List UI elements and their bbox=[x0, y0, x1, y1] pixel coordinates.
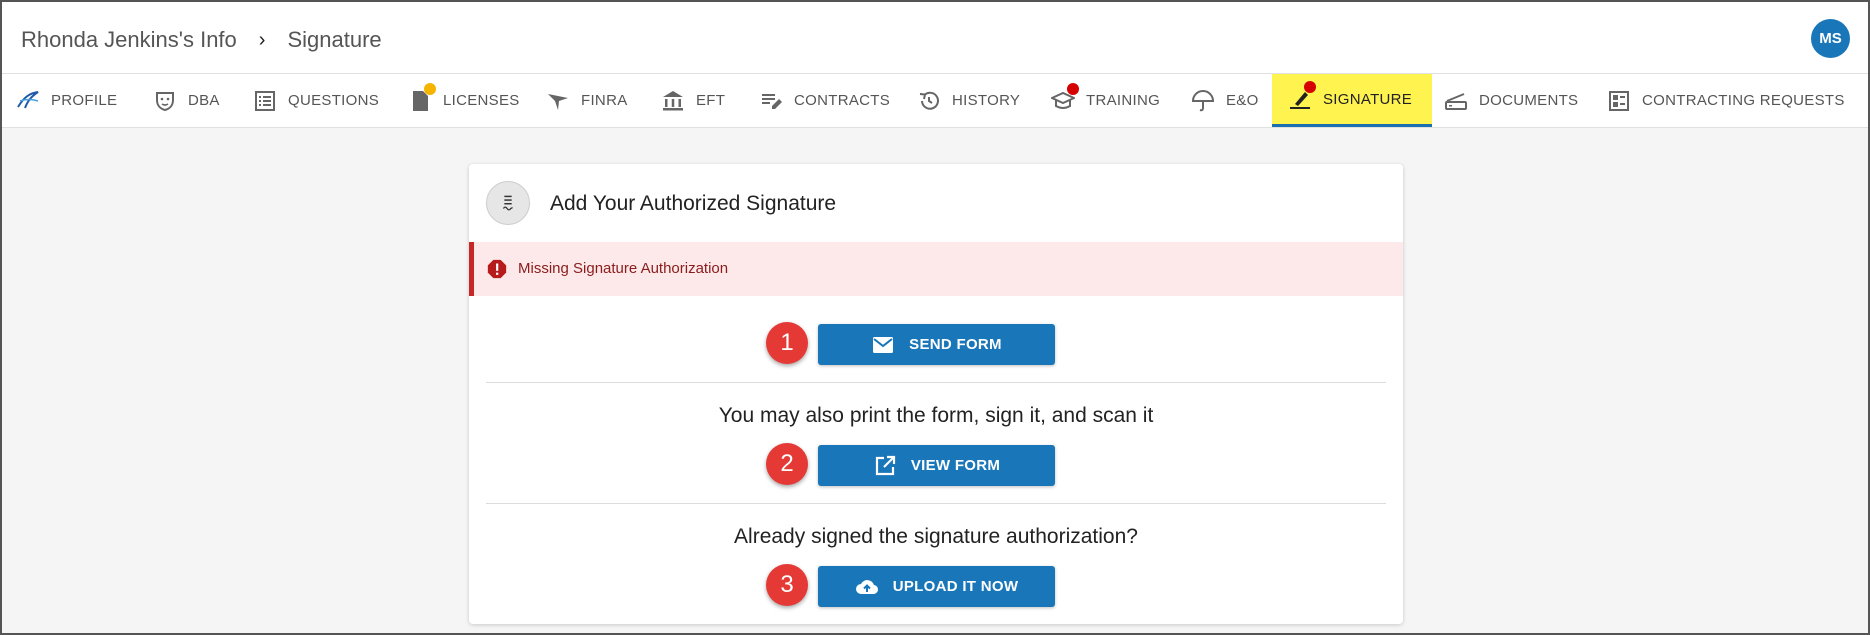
notification-dot bbox=[1304, 81, 1316, 93]
button-label: VIEW FORM bbox=[910, 457, 1001, 474]
list-icon bbox=[253, 89, 277, 113]
breadcrumb-current: Signature bbox=[287, 27, 382, 52]
tab-contracts[interactable]: CONTRACTS bbox=[759, 74, 890, 127]
graduation-cap-icon bbox=[1051, 82, 1079, 113]
step-2-badge: 2 bbox=[766, 443, 808, 485]
card-header: Add Your Authorized Signature bbox=[469, 164, 1403, 243]
tray-icon bbox=[1444, 89, 1468, 113]
tab-training[interactable]: TRAINING bbox=[1051, 74, 1160, 127]
tab-label: FINRA bbox=[581, 92, 628, 109]
step-1-badge: 1 bbox=[766, 322, 808, 364]
button-label: UPLOAD IT NOW bbox=[892, 578, 1019, 595]
tab-finra[interactable]: FINRA bbox=[546, 74, 628, 127]
bank-icon bbox=[661, 89, 685, 113]
finra-icon bbox=[546, 89, 570, 113]
notification-dot bbox=[424, 82, 436, 95]
tab-label: HISTORY bbox=[952, 92, 1021, 109]
signature-document-icon bbox=[486, 181, 530, 225]
tab-bar: PROFILE DBA QUESTIONS LICENSES FINRA EFT bbox=[2, 74, 1868, 128]
tab-contracting-requests[interactable]: CONTRACTING REQUESTS bbox=[1607, 74, 1845, 127]
view-form-button[interactable]: VIEW FORM bbox=[818, 445, 1055, 486]
umbrella-icon bbox=[1191, 89, 1215, 113]
tab-history[interactable]: HISTORY bbox=[917, 74, 1020, 127]
document-icon bbox=[408, 82, 436, 113]
step-3-badge: 3 bbox=[766, 564, 808, 606]
tab-label: E&O bbox=[1226, 92, 1259, 109]
masks-icon bbox=[153, 89, 177, 113]
breadcrumb: Rhonda Jenkins's Info › Signature bbox=[21, 27, 382, 53]
section-divider bbox=[486, 382, 1386, 383]
tab-licenses[interactable]: LICENSES bbox=[408, 74, 520, 127]
tab-label: CONTRACTING REQUESTS bbox=[1642, 92, 1845, 109]
tab-e-and-o[interactable]: E&O bbox=[1191, 74, 1259, 127]
send-form-button[interactable]: SEND FORM bbox=[818, 324, 1055, 365]
tab-label: DBA bbox=[188, 92, 220, 109]
tab-signature[interactable]: SIGNATURE bbox=[1272, 74, 1433, 127]
notification-dot bbox=[1067, 82, 1079, 95]
already-signed-text: Already signed the signature authorizati… bbox=[734, 525, 1138, 548]
signature-card: Add Your Authorized Signature Missing Si… bbox=[469, 164, 1403, 624]
chevron-right-icon: › bbox=[258, 28, 266, 51]
section-divider bbox=[486, 503, 1386, 504]
history-icon bbox=[917, 89, 941, 113]
tab-label: DOCUMENTS bbox=[1479, 92, 1579, 109]
dashboard-icon bbox=[1607, 89, 1631, 113]
cloud-upload-icon bbox=[855, 579, 878, 594]
card-title: Add Your Authorized Signature bbox=[550, 192, 837, 215]
tab-label: PROFILE bbox=[51, 92, 118, 109]
missing-signature-alert: Missing Signature Authorization bbox=[469, 242, 1403, 296]
open-in-new-icon bbox=[875, 455, 895, 475]
upload-it-now-button[interactable]: UPLOAD IT NOW bbox=[818, 566, 1055, 607]
print-form-text: You may also print the form, sign it, an… bbox=[718, 404, 1154, 427]
tab-label: QUESTIONS bbox=[288, 92, 380, 109]
tab-label: LICENSES bbox=[443, 92, 520, 109]
tab-label: CONTRACTS bbox=[794, 92, 891, 109]
tab-documents[interactable]: DOCUMENTS bbox=[1444, 74, 1578, 127]
profile-logo-icon bbox=[16, 89, 40, 113]
tab-label: EFT bbox=[696, 92, 726, 109]
alert-text: Missing Signature Authorization bbox=[518, 260, 729, 277]
tab-dba[interactable]: DBA bbox=[153, 74, 220, 127]
tab-label: TRAINING bbox=[1086, 92, 1161, 109]
tab-questions[interactable]: QUESTIONS bbox=[253, 74, 379, 127]
tab-eft[interactable]: EFT bbox=[661, 74, 725, 127]
tab-label: SIGNATURE bbox=[1323, 90, 1413, 108]
breadcrumb-parent[interactable]: Rhonda Jenkins's Info bbox=[21, 27, 237, 53]
avatar[interactable]: MS bbox=[1811, 19, 1850, 58]
page-header: Rhonda Jenkins's Info › Signature MS bbox=[2, 2, 1868, 74]
error-octagon-icon bbox=[487, 259, 507, 279]
button-label: SEND FORM bbox=[909, 336, 1002, 353]
mail-icon bbox=[873, 336, 894, 353]
edit-note-icon bbox=[759, 89, 783, 113]
signature-pen-icon bbox=[1288, 81, 1316, 111]
tab-profile[interactable]: PROFILE bbox=[16, 74, 117, 127]
